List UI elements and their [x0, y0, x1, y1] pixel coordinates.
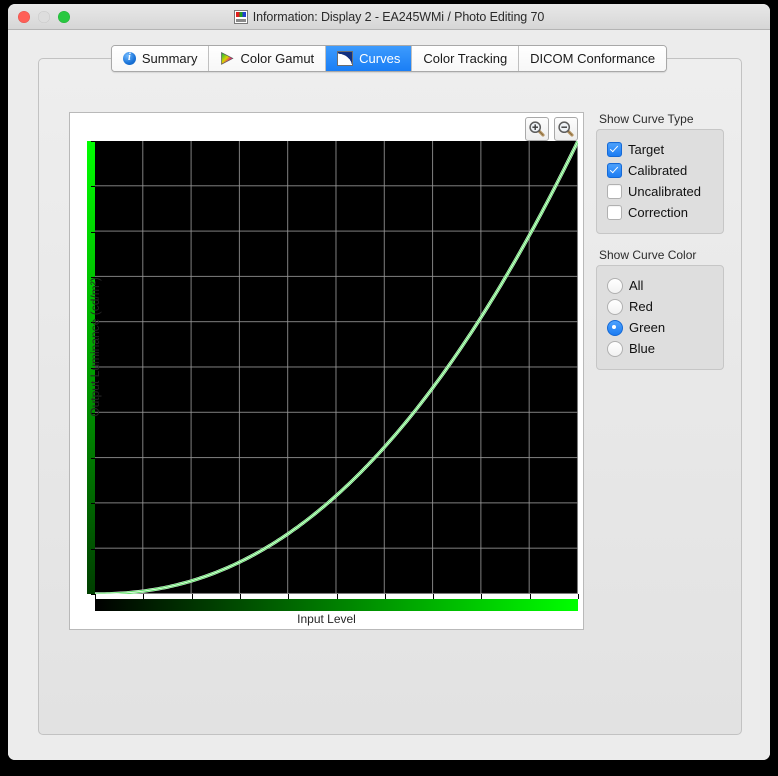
tab-list: Summary Color Gamut Curves Color Tracking D… — [110, 45, 668, 72]
curve-color-title: Show Curve Color — [599, 248, 697, 262]
tab-color-tracking[interactable]: Color Tracking — [412, 46, 520, 71]
x-axis-tick — [578, 594, 579, 599]
tab-curves[interactable]: Curves — [326, 46, 413, 71]
tab-color-gamut[interactable]: Color Gamut — [209, 46, 327, 71]
curve-color-option-blue[interactable]: Blue — [607, 338, 713, 359]
radio-button[interactable] — [607, 277, 623, 294]
window-title: Information: Display 2 - EA245WMi / Phot… — [252, 9, 545, 24]
info-icon — [122, 51, 136, 65]
radio-button[interactable] — [607, 319, 623, 336]
curve-type-option-target[interactable]: Target — [607, 139, 713, 160]
zoom-in-icon — [529, 121, 545, 137]
curve-type-group: Target Calibrated Uncalibrated Correction — [596, 129, 724, 234]
curves-plot-area[interactable] — [95, 141, 578, 594]
tab-label: Color Tracking — [423, 51, 508, 66]
zoom-in-button[interactable] — [525, 117, 549, 141]
curve-type-option-correction[interactable]: Correction — [607, 202, 713, 223]
option-label: Green — [629, 320, 666, 335]
curve-color-option-red[interactable]: Red — [607, 296, 713, 317]
option-label: Correction — [628, 205, 688, 220]
tab-label: Summary — [141, 51, 198, 66]
checkbox[interactable] — [607, 205, 622, 220]
option-label: Uncalibrated — [628, 184, 701, 199]
curve-color-option-all[interactable]: All — [607, 275, 713, 296]
window-titlebar: Information: Display 2 - EA245WMi / Phot… — [8, 4, 770, 30]
x-axis-color-bar — [95, 599, 578, 611]
display-document-icon — [233, 9, 248, 24]
radio-button[interactable] — [607, 340, 623, 357]
content-card: Output Luminance (cd/m²) Input Level Sho… — [38, 58, 742, 735]
checkbox[interactable] — [607, 163, 622, 178]
checkbox[interactable] — [607, 142, 622, 157]
option-label: Calibrated — [628, 163, 688, 178]
x-axis-label: Input Level — [297, 612, 356, 626]
option-label: All — [629, 278, 644, 293]
radio-button[interactable] — [607, 298, 623, 315]
target-curve — [95, 141, 578, 594]
option-label: Red — [629, 299, 653, 314]
checkbox[interactable] — [607, 184, 622, 199]
curve-highlight — [95, 141, 578, 594]
curve-type-title: Show Curve Type — [599, 112, 694, 126]
zoom-out-button[interactable] — [554, 117, 578, 141]
information-window: Information: Display 2 - EA245WMi / Phot… — [8, 4, 770, 760]
tab-dicom-conformance[interactable]: DICOM Conformance — [519, 46, 667, 71]
zoom-out-icon — [558, 121, 574, 137]
curves-icon — [337, 51, 354, 66]
window-body: Output Luminance (cd/m²) Input Level Sho… — [8, 30, 770, 760]
curve-type-option-uncalibrated[interactable]: Uncalibrated — [607, 181, 713, 202]
y-axis-label: Output Luminance (cd/m²) — [88, 277, 102, 417]
curve-type-option-calibrated[interactable]: Calibrated — [607, 160, 713, 181]
graph-zoom-controls — [525, 117, 578, 141]
tab-label: DICOM Conformance — [530, 51, 656, 66]
curve-color-group: All Red Green Blue — [596, 265, 724, 370]
curve-options-panel: Show Curve Type Target Calibrated Uncalibr… — [596, 112, 724, 370]
tab-summary[interactable]: Summary — [111, 46, 210, 71]
tab-label: Curves — [359, 51, 401, 66]
calibrated-curve — [95, 141, 578, 594]
gamut-triangle-icon — [221, 52, 235, 65]
curve-color-option-green[interactable]: Green — [607, 317, 713, 338]
tab-bar: Summary Color Gamut Curves Color Tracking D… — [8, 45, 770, 72]
curve-lines — [95, 141, 578, 594]
curves-graph-panel: Output Luminance (cd/m²) Input Level — [69, 112, 584, 630]
tab-label: Color Gamut — [240, 51, 315, 66]
option-label: Blue — [629, 341, 656, 356]
window-title-group: Information: Display 2 - EA245WMi / Phot… — [8, 4, 770, 29]
option-label: Target — [628, 142, 665, 157]
